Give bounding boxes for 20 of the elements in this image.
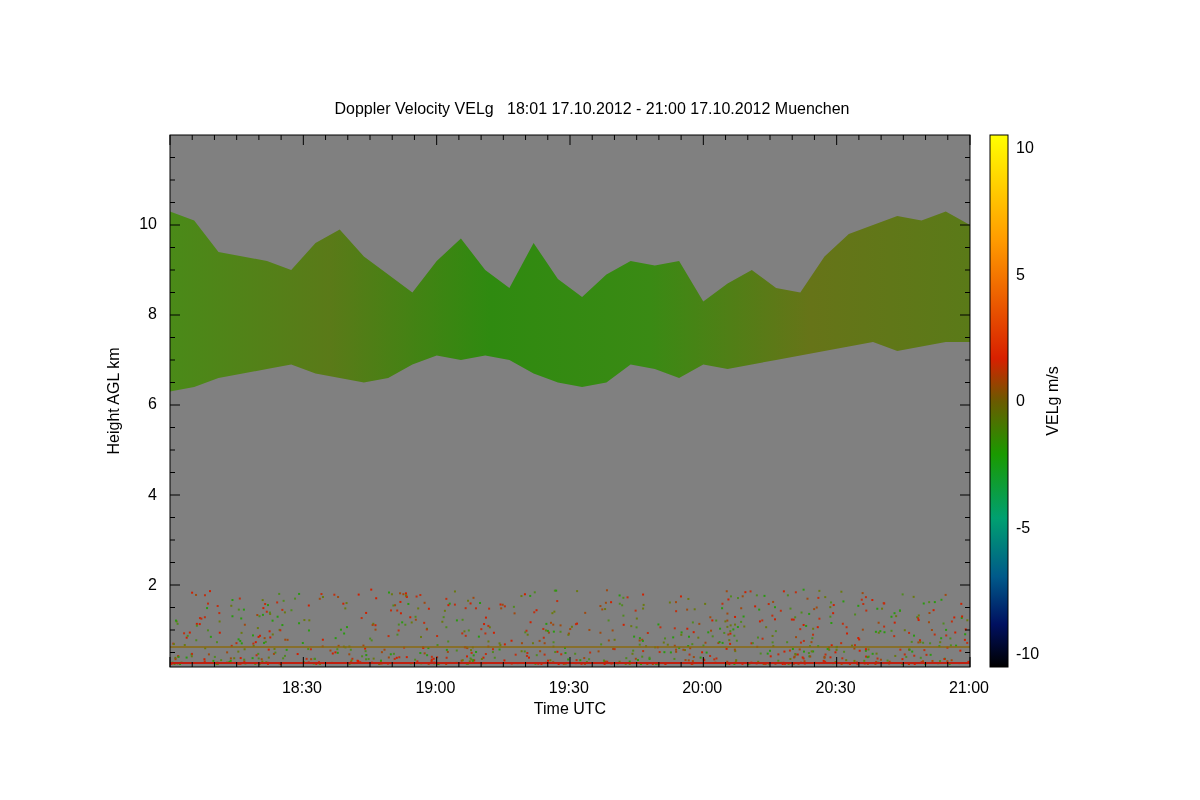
y-tick-label: 10 [139,215,157,232]
x-tick-label: 21:00 [949,679,989,696]
colorbar-tick-label: -5 [1016,518,1031,536]
colorbar-tick-label: 0 [1016,392,1025,409]
x-tick-label: 19:00 [415,679,456,696]
colorbar-tick-label: 5 [1016,265,1025,283]
x-tick-label: 20:00 [682,679,723,696]
x-tick-label: 20:30 [815,679,856,696]
colorbar-tick-label: -10 [1016,645,1040,662]
colorbar-label: VELg m/s [1044,366,1061,436]
chart-title: Doppler Velocity VELg 18:01 17.10.2012 - 21:00 17.10.2012 Muenchen [334,100,850,117]
colorbar-tick-label: 10 [1016,139,1034,156]
y-tick-label: 8 [148,305,157,323]
x-axis-label: Time UTC [533,700,607,717]
y-tick-label: 4 [148,485,157,503]
x-tick-label: 18:30 [282,679,322,696]
y-tick-label: 6 [148,395,157,413]
x-tick-label: 19:30 [548,679,589,696]
y-axis-label: Height AGL km [105,347,122,455]
y-tick-label: 2 [148,575,157,593]
